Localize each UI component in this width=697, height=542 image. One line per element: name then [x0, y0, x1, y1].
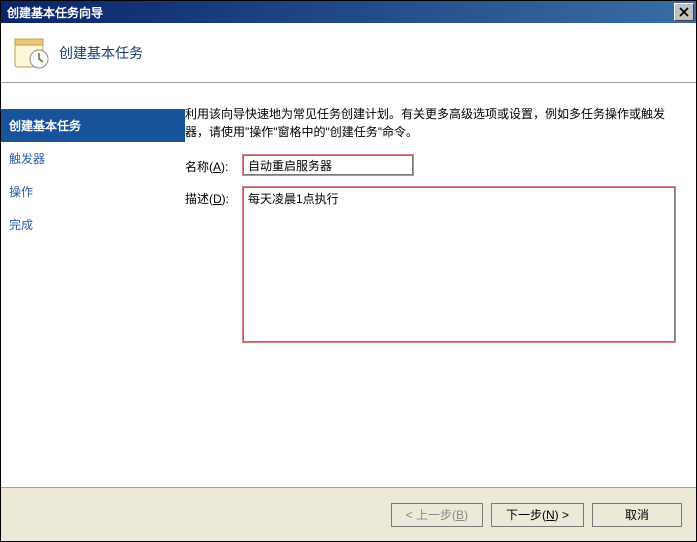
next-button[interactable]: 下一步(N) > [491, 503, 584, 527]
wizard-body: 创建基本任务 触发器 操作 完成 利用该向导快速地为常见任务创建计划。有关更多高… [1, 83, 696, 487]
sidebar-item-create-basic-task[interactable]: 创建基本任务 [1, 109, 185, 142]
task-wizard-icon [13, 35, 49, 71]
wizard-main: 利用该向导快速地为常见任务创建计划。有关更多高级选项或设置，例如多任务操作或触发… [185, 83, 696, 487]
sidebar-item-finish[interactable]: 完成 [1, 208, 185, 241]
wizard-sidebar: 创建基本任务 触发器 操作 完成 [1, 83, 185, 487]
name-label: 名称(A): [185, 155, 243, 175]
page-title: 创建基本任务 [59, 43, 143, 63]
description-input[interactable] [243, 187, 675, 342]
wizard-footer: < 上一步(B) 下一步(N) > 取消 [1, 487, 696, 541]
back-button: < 上一步(B) [391, 503, 483, 527]
cancel-button[interactable]: 取消 [592, 503, 682, 527]
window-title: 创建基本任务向导 [7, 4, 103, 21]
wizard-description: 利用该向导快速地为常见任务创建计划。有关更多高级选项或设置，例如多任务操作或触发… [185, 105, 678, 141]
sidebar-item-trigger[interactable]: 触发器 [1, 142, 185, 175]
close-button[interactable] [674, 3, 694, 21]
name-row: 名称(A): [185, 155, 678, 175]
description-row: 描述(D): [185, 187, 678, 342]
wizard-header: 创建基本任务 [1, 23, 696, 83]
close-icon [679, 7, 689, 17]
name-input[interactable] [243, 155, 413, 175]
description-label: 描述(D): [185, 187, 243, 207]
sidebar-item-action[interactable]: 操作 [1, 175, 185, 208]
wizard-window: 创建基本任务向导 创建基本任务 创建基本任务 触发器 操作 完成 利用该向导快速… [0, 0, 697, 542]
titlebar: 创建基本任务向导 [1, 1, 696, 23]
